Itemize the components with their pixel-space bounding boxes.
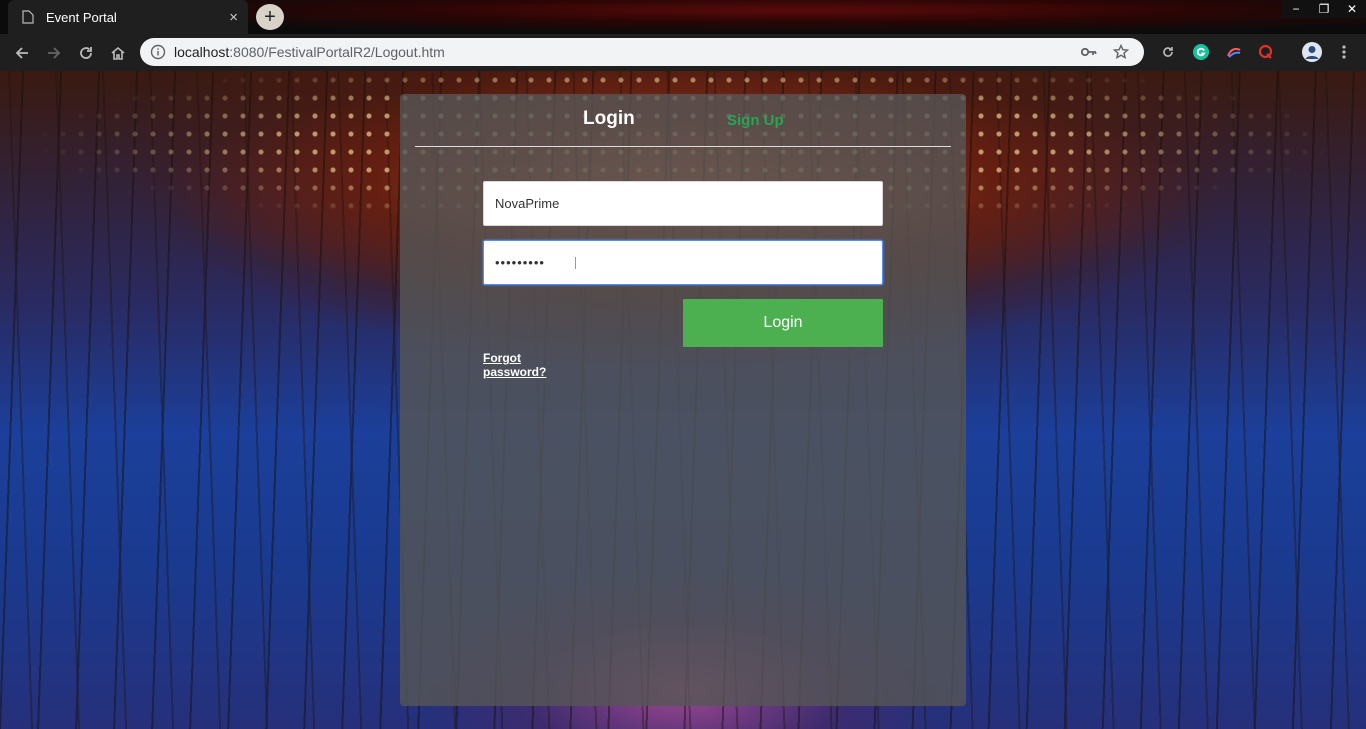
restore-button[interactable]: ❐ <box>1310 0 1338 18</box>
forward-arrow-icon <box>48 46 61 59</box>
extension-refresh-icon[interactable] <box>1158 42 1178 62</box>
reload-button[interactable] <box>70 37 102 69</box>
info-icon[interactable] <box>150 44 166 60</box>
window-close-button[interactable]: ✕ <box>1338 0 1366 18</box>
quora-icon[interactable] <box>1256 42 1276 62</box>
minimize-button[interactable]: − <box>1282 0 1310 18</box>
star-icon[interactable] <box>1112 43 1130 61</box>
tab-login[interactable]: Login <box>583 108 635 130</box>
username-field[interactable]: NovaPrime <box>483 181 883 226</box>
window-controls: − ❐ ✕ <box>1282 0 1366 18</box>
tab-title: Event Portal <box>46 9 117 25</box>
url-text[interactable]: localhost:8080/FestivalPortalR2/Logout.h… <box>174 44 1080 60</box>
text-cursor <box>575 257 576 269</box>
key-icon[interactable] <box>1080 43 1098 61</box>
page-background: Login Sign Up NovaPrime ••••••••• Login … <box>0 71 1366 729</box>
home-button[interactable] <box>102 37 134 69</box>
browser-tab[interactable]: Event Portal × <box>8 0 248 34</box>
menu-kebab-icon[interactable] <box>1334 42 1354 62</box>
grammarly-icon[interactable] <box>1191 42 1211 62</box>
new-tab-button[interactable]: + <box>256 4 284 30</box>
login-card: Login Sign Up NovaPrime ••••••••• Login … <box>400 94 966 706</box>
extension-swirl-icon[interactable] <box>1224 42 1244 62</box>
password-field[interactable]: ••••••••• <box>483 240 883 285</box>
browser-toolbar: localhost:8080/FestivalPortalR2/Logout.h… <box>0 34 1366 71</box>
browser-titlebar: Event Portal × + − ❐ ✕ <box>0 0 1366 34</box>
theme-logo <box>918 0 984 14</box>
close-icon[interactable]: × <box>229 10 238 25</box>
home-icon <box>111 46 125 60</box>
address-bar[interactable]: localhost:8080/FestivalPortalR2/Logout.h… <box>140 38 1144 66</box>
username-value: NovaPrime <box>495 196 560 211</box>
login-button[interactable]: Login <box>683 299 883 347</box>
forgot-password-link[interactable]: Forgot password? <box>483 351 563 379</box>
back-button[interactable] <box>6 37 38 69</box>
reload-icon <box>80 46 92 59</box>
tab-signup[interactable]: Sign Up <box>727 112 784 129</box>
password-value: ••••••••• <box>495 255 545 270</box>
auth-tabs: Login Sign Up <box>415 94 951 147</box>
back-arrow-icon <box>15 46 28 59</box>
forward-button[interactable] <box>38 37 70 69</box>
profile-avatar-icon[interactable] <box>1302 42 1322 62</box>
page-icon <box>22 10 36 24</box>
